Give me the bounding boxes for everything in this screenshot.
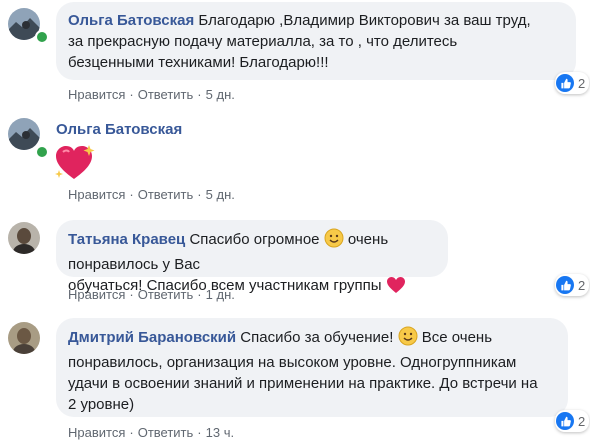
separator: · xyxy=(129,187,134,202)
comment-author[interactable]: Ольга Батовская xyxy=(56,121,182,138)
comment-actions: Нравится · Ответить · 1 дн. xyxy=(68,287,235,302)
online-indicator xyxy=(35,145,49,159)
reaction-number: 2 xyxy=(578,277,586,293)
like-button[interactable]: Нравится xyxy=(68,287,125,302)
smile-emoji-icon xyxy=(324,228,344,254)
separator: · xyxy=(197,187,202,202)
sparkling-heart-sticker xyxy=(53,143,99,183)
comment-text: понравилось, организация на высоком уров… xyxy=(68,354,517,371)
like-icon xyxy=(556,412,574,430)
comment-text: безценными техниками! Благодарю!!! xyxy=(68,54,329,71)
comment-author[interactable]: Татьяна Кравец xyxy=(68,231,185,248)
comment-text: Благодарю ,Владимир Викторович за ваш тр… xyxy=(198,12,531,29)
like-button[interactable]: Нравится xyxy=(68,87,125,102)
avatar[interactable] xyxy=(8,322,40,354)
comment-actions: Нравится · Ответить · 5 дн. xyxy=(68,187,235,202)
comment-author[interactable]: Ольга Батовская xyxy=(68,12,194,29)
comment-time[interactable]: 13 ч. xyxy=(206,425,234,440)
comment-text: Спасибо за обучение! xyxy=(240,329,394,346)
smile-emoji-icon xyxy=(398,326,418,352)
separator: · xyxy=(129,87,134,102)
comment-actions: Нравится · Ответить · 13 ч. xyxy=(68,425,234,440)
comment-author[interactable]: Дмитрий Барановский xyxy=(68,329,236,346)
reaction-count[interactable]: 2 xyxy=(555,274,590,296)
reaction-number: 2 xyxy=(578,413,586,429)
heart-emoji-icon xyxy=(386,276,406,300)
like-icon xyxy=(556,276,574,294)
reply-button[interactable]: Ответить xyxy=(138,187,194,202)
separator: · xyxy=(197,287,202,302)
comment-text: Все очень xyxy=(421,329,493,346)
separator: · xyxy=(129,425,134,440)
reply-button[interactable]: Ответить xyxy=(138,425,194,440)
reaction-count[interactable]: 2 xyxy=(555,410,590,432)
separator: · xyxy=(197,425,202,440)
comment-time[interactable]: 5 дн. xyxy=(206,187,235,202)
comment-text: удачи в освоении знаний и применении на … xyxy=(68,375,538,392)
like-button[interactable]: Нравится xyxy=(68,187,125,202)
comment-actions: Нравится · Ответить · 5 дн. xyxy=(68,87,235,102)
online-indicator xyxy=(35,30,49,44)
comment-time[interactable]: 5 дн. xyxy=(206,87,235,102)
comment-bubble: Ольга Батовская Благодарю ,Владимир Викт… xyxy=(56,2,576,80)
separator: · xyxy=(129,287,134,302)
like-button[interactable]: Нравится xyxy=(68,425,125,440)
reply-button[interactable]: Ответить xyxy=(138,87,194,102)
separator: · xyxy=(197,87,202,102)
comment-time[interactable]: 1 дн. xyxy=(206,287,235,302)
comment-text: за прекрасную подачу материалла, за то ,… xyxy=(68,33,458,50)
reaction-number: 2 xyxy=(578,75,586,91)
comment-text: Спасибо огромное xyxy=(189,231,320,248)
like-icon xyxy=(556,74,574,92)
comment-bubble: Дмитрий Барановский Спасибо за обучение!… xyxy=(56,318,568,417)
avatar[interactable] xyxy=(8,118,40,150)
reaction-count[interactable]: 2 xyxy=(555,72,590,94)
comment-text: 2 уровне) xyxy=(68,396,135,413)
comment-bubble: Татьяна Кравец Спасибо огромное очень по… xyxy=(56,220,448,294)
reply-button[interactable]: Ответить xyxy=(138,287,194,302)
avatar[interactable] xyxy=(8,222,40,254)
